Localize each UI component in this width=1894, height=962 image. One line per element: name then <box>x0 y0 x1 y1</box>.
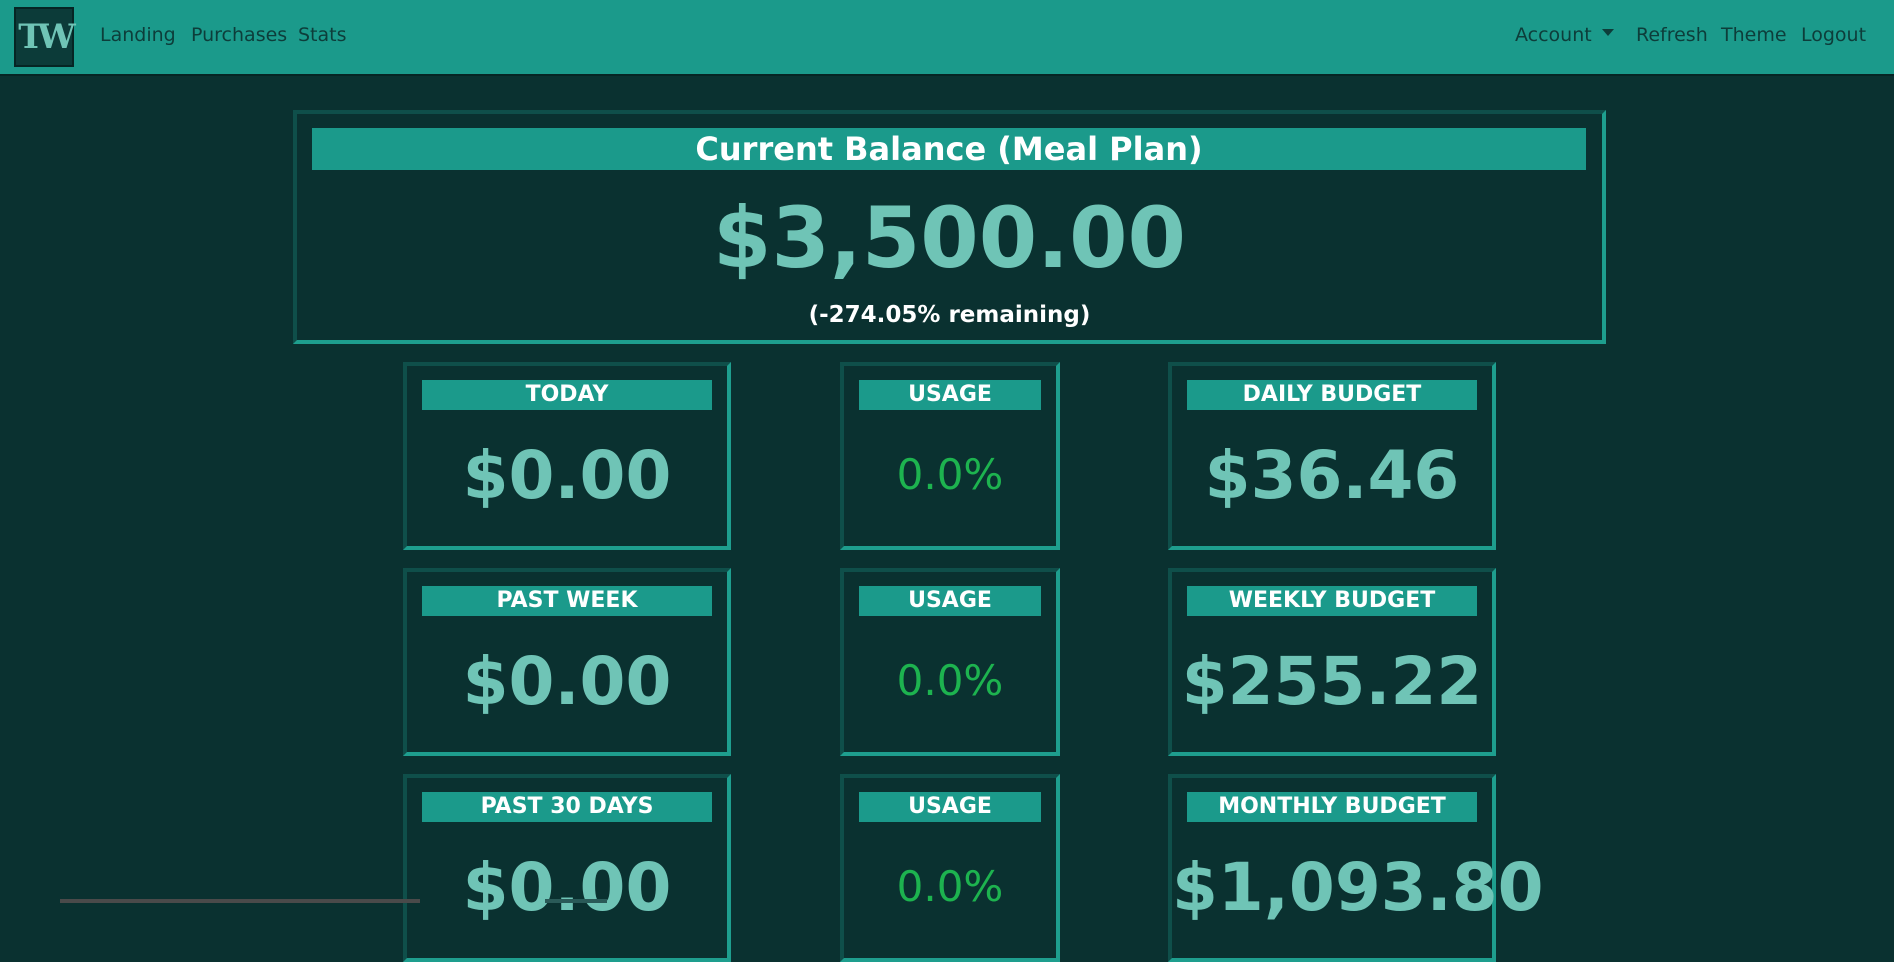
card-label: DAILY BUDGET <box>1187 380 1477 410</box>
card-label: PAST WEEK <box>422 586 712 616</box>
balance-value: $3,500.00 <box>713 189 1186 287</box>
refresh-link[interactable]: Refresh <box>1636 24 1708 46</box>
card-label: WEEKLY BUDGET <box>1187 586 1477 616</box>
horizontal-scrollbar[interactable] <box>60 899 420 903</box>
balance-title: Current Balance (Meal Plan) <box>312 128 1586 170</box>
today-card: TODAY $0.00 <box>403 362 731 550</box>
logo[interactable]: TW <box>14 7 76 67</box>
logout-link[interactable]: Logout <box>1801 24 1866 46</box>
card-label: PAST 30 DAYS <box>422 792 712 822</box>
navbar: TW Landing Purchases Stats Account Refre… <box>0 0 1894 76</box>
daily-budget-card: DAILY BUDGET $36.46 <box>1168 362 1496 550</box>
account-label: Account <box>1515 24 1592 46</box>
usage-card: USAGE 0.0% <box>840 568 1060 756</box>
monthly-budget-card: MONTHLY BUDGET $1,093.80 <box>1168 774 1544 962</box>
caret-down-icon <box>1601 29 1614 36</box>
scrollbar-thumb[interactable] <box>545 899 607 903</box>
usage-card: USAGE 0.0% <box>840 362 1060 550</box>
nav-link-purchases[interactable]: Purchases <box>191 24 287 46</box>
card-label: USAGE <box>859 380 1041 410</box>
card-value: $255.22 <box>1181 643 1483 720</box>
nav-link-stats[interactable]: Stats <box>298 24 347 46</box>
usage-value: 0.0% <box>896 450 1004 499</box>
card-label: USAGE <box>859 586 1041 616</box>
balance-remaining: (-274.05% remaining) <box>808 302 1091 328</box>
past-week-card: PAST WEEK $0.00 <box>403 568 731 756</box>
weekly-budget-card: WEEKLY BUDGET $255.22 <box>1168 568 1496 756</box>
card-value: $0.00 <box>462 849 672 926</box>
card-label: USAGE <box>859 792 1041 822</box>
theme-link[interactable]: Theme <box>1721 24 1787 46</box>
card-value: $0.00 <box>462 643 672 720</box>
card-value: $36.46 <box>1204 437 1460 514</box>
card-label: MONTHLY BUDGET <box>1187 792 1477 822</box>
card-value: $0.00 <box>462 437 672 514</box>
balance-panel: Current Balance (Meal Plan) $3,500.00 (-… <box>293 110 1606 344</box>
past-30-days-card: PAST 30 DAYS $0.00 <box>403 774 731 962</box>
card-label: TODAY <box>422 380 712 410</box>
card-value: $1,093.80 <box>1172 849 1544 926</box>
account-dropdown[interactable]: Account <box>1515 24 1614 46</box>
usage-value: 0.0% <box>896 656 1004 705</box>
usage-card: USAGE 0.0% <box>840 774 1060 962</box>
nav-link-landing[interactable]: Landing <box>100 24 176 46</box>
usage-value: 0.0% <box>896 862 1004 911</box>
